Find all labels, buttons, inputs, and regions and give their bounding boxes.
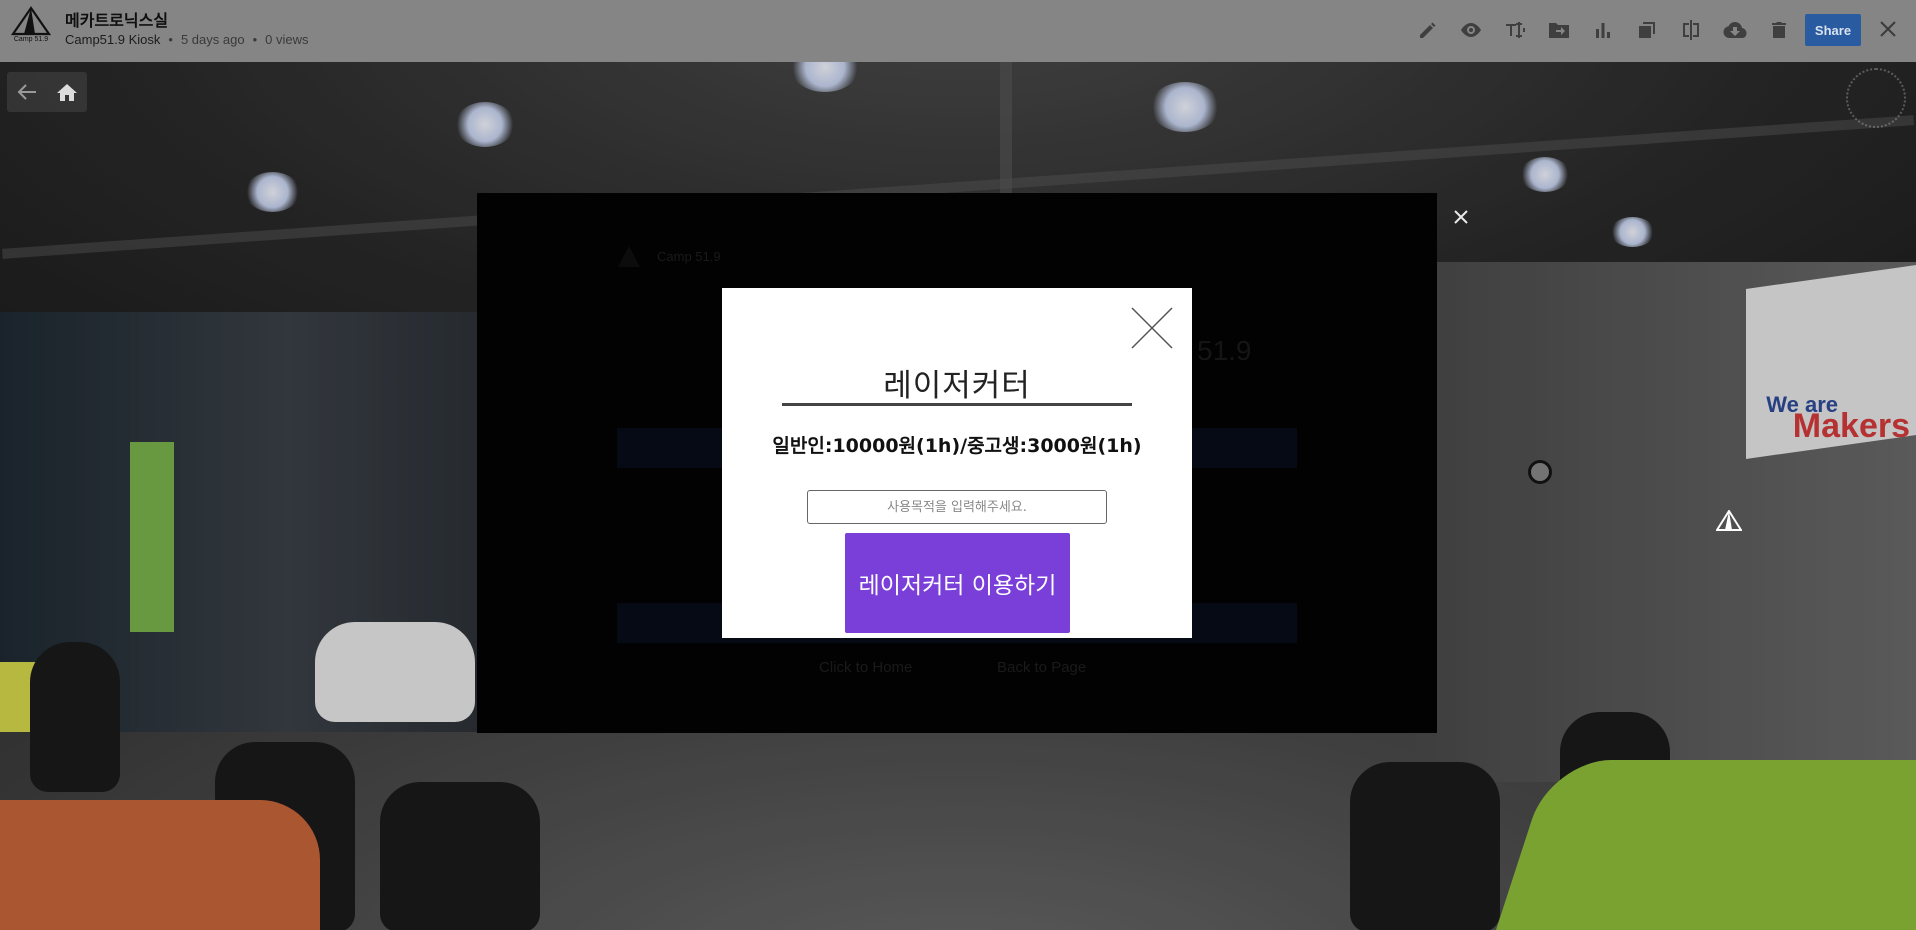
meta-separator: •	[252, 32, 258, 47]
page-title: 메카트로닉스실	[65, 11, 169, 30]
view-count: 0 views	[265, 32, 309, 47]
pencil-icon[interactable]	[1405, 14, 1449, 46]
home-icon[interactable]	[52, 77, 82, 107]
close-icon[interactable]	[1876, 17, 1900, 41]
page-meta: Camp51.9 Kiosk • 5 days ago • 0 views	[65, 32, 308, 47]
use-laser-cutter-button[interactable]: 레이저커터 이용하기	[845, 533, 1070, 633]
cloud-download-icon[interactable]	[1713, 14, 1757, 46]
close-icon[interactable]	[1448, 204, 1474, 230]
compare-icon[interactable]	[1669, 14, 1713, 46]
camp-logo[interactable]: Camp 51.9	[10, 6, 52, 46]
trash-icon[interactable]	[1757, 14, 1801, 46]
meta-separator: •	[168, 32, 173, 47]
toolbar: Share	[1405, 14, 1861, 46]
share-button[interactable]: Share	[1805, 14, 1861, 46]
folder-move-icon[interactable]	[1537, 14, 1581, 46]
bar-chart-icon[interactable]	[1581, 14, 1625, 46]
text-edit-icon[interactable]	[1493, 14, 1537, 46]
price-text: 일반인:10000원(1h)/중고생:3000원(1h)	[772, 435, 1142, 457]
arrow-left-icon[interactable]	[12, 77, 42, 107]
copy-icon[interactable]	[1625, 14, 1669, 46]
ghost-brand: Camp 51.9	[657, 249, 721, 264]
upload-age: 5 days ago	[180, 32, 245, 47]
ghost-logo-text: 51.9	[1197, 335, 1252, 366]
ghost-logo-icon	[618, 246, 640, 267]
ghost-link-back: Back to Page	[997, 659, 1087, 676]
hotspot-marker[interactable]	[1528, 460, 1552, 484]
author-link[interactable]: Camp51.9 Kiosk	[65, 32, 160, 47]
eye-icon[interactable]	[1449, 14, 1493, 46]
ghost-link-home: Click to Home	[819, 659, 913, 676]
title-divider	[782, 403, 1132, 406]
nav-controls	[7, 72, 87, 112]
hotspot-logo-icon[interactable]	[1715, 509, 1743, 534]
close-icon[interactable]	[1130, 306, 1174, 350]
compass-icon[interactable]	[1846, 68, 1906, 128]
booking-dialog: 레이저커터 일반인:10000원(1h)/중고생:3000원(1h) 레이저커터…	[722, 288, 1192, 638]
dialog-title: 레이저커터	[883, 368, 1031, 404]
camp-logo-icon	[11, 6, 51, 36]
top-bar: Camp 51.9 메카트로닉스실 Camp51.9 Kiosk • 5 day…	[0, 0, 1916, 62]
logo-text: Camp 51.9	[13, 36, 49, 43]
purpose-input[interactable]	[807, 490, 1107, 524]
